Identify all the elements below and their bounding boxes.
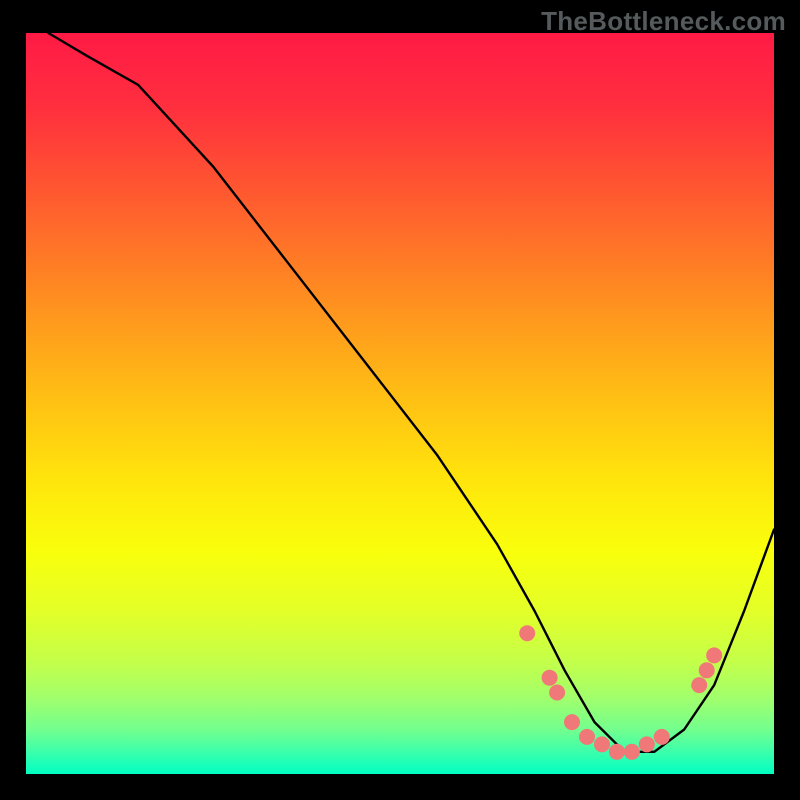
watermark-text: TheBottleneck.com xyxy=(541,6,786,37)
data-marker xyxy=(609,744,625,760)
data-marker xyxy=(594,736,610,752)
data-marker xyxy=(639,736,655,752)
data-marker xyxy=(699,662,715,678)
data-marker xyxy=(579,729,595,745)
data-marker xyxy=(654,729,670,745)
data-marker xyxy=(549,685,565,701)
plot-background xyxy=(26,33,774,774)
data-marker xyxy=(564,714,580,730)
data-marker xyxy=(624,744,640,760)
data-marker xyxy=(691,677,707,693)
bottleneck-chart xyxy=(0,0,800,800)
chart-frame: TheBottleneck.com xyxy=(0,0,800,800)
data-marker xyxy=(706,647,722,663)
data-marker xyxy=(542,670,558,686)
data-marker xyxy=(519,625,535,641)
